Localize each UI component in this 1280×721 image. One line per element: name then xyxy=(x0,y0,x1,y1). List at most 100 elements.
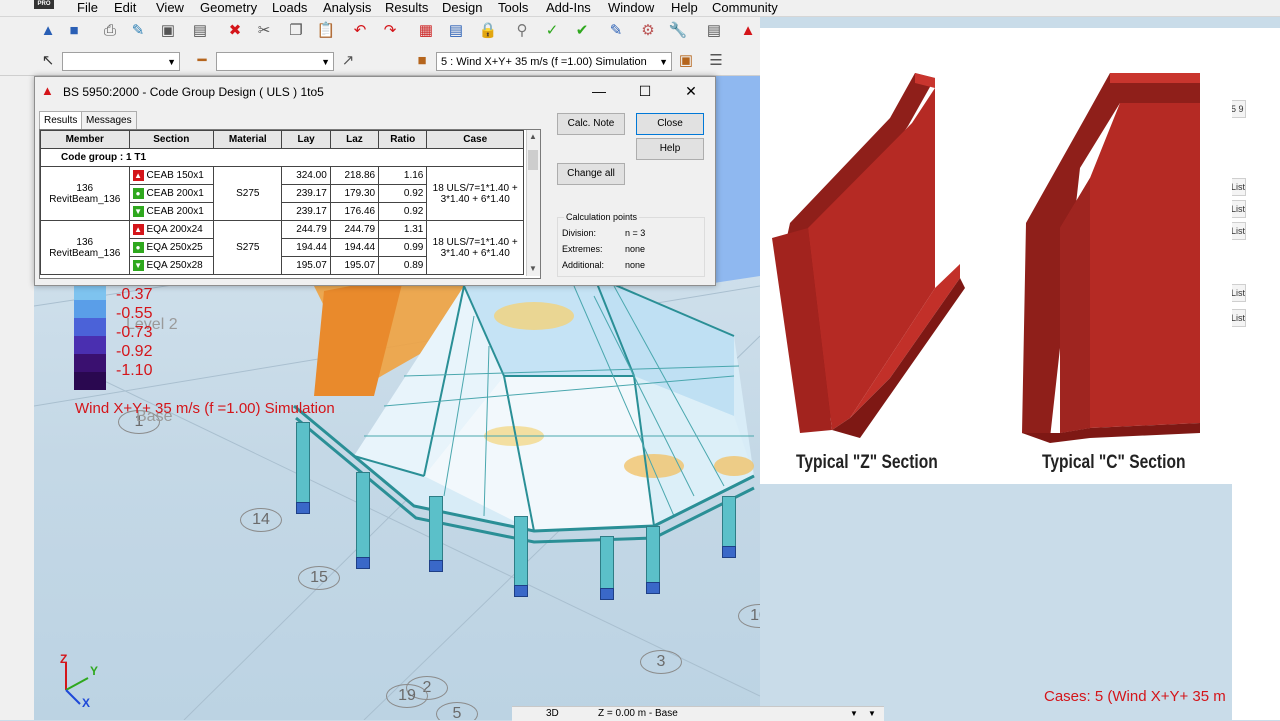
redo-icon[interactable]: ↷ xyxy=(380,21,400,41)
copy-icon[interactable]: ❐ xyxy=(286,21,306,41)
bar-selection-combo[interactable]: ▼ xyxy=(216,52,334,71)
menu-view[interactable]: View xyxy=(156,0,184,16)
menu-geometry[interactable]: Geometry xyxy=(200,0,257,16)
chevron-down-icon: ▼ xyxy=(167,57,176,67)
menu-results[interactable]: Results xyxy=(385,0,428,16)
ratio-cell: 0.99 xyxy=(378,238,428,257)
code-group-row[interactable]: Code group : 1 T1 xyxy=(40,148,524,167)
down-arrow-icon: ▼ xyxy=(132,259,144,271)
column-header[interactable]: Section xyxy=(128,130,215,149)
menu-loads[interactable]: Loads xyxy=(272,0,307,16)
undo-icon[interactable]: ↶ xyxy=(350,21,370,41)
wrench-icon[interactable]: 🔧 xyxy=(668,21,688,41)
calculator-icon[interactable]: ▦ xyxy=(416,21,436,41)
menu-tools[interactable]: Tools xyxy=(498,0,528,16)
change-all-button[interactable]: Change all xyxy=(557,163,625,185)
z-level-label[interactable]: Z = 0.00 m - Base xyxy=(598,707,678,721)
menu-file[interactable]: File xyxy=(77,0,98,16)
maximize-icon[interactable]: ☐ xyxy=(635,81,655,101)
table-row[interactable]: 136 RevitBeam_136 ▲ EQA 200x24 S275 244.79… xyxy=(40,220,524,275)
column-header[interactable]: Lay xyxy=(281,130,331,149)
lay-cell: 239.17 xyxy=(281,184,331,203)
design-tool-icon[interactable]: ✎ xyxy=(606,21,626,41)
main-toolbar: ▲ ■ ⎙ ✎ ▣ ▤ ✖ ✂ ❐ 📋 ↶ ↷ ▦ ▤ 🔒 ⚲ ✓ ✔ ✎ ⚙ … xyxy=(0,17,760,47)
section-cell: CEAB 200x1 xyxy=(146,188,204,200)
status-bar: 3D Z = 0.00 m - Base ▼ ▼ xyxy=(512,706,884,721)
print-icon[interactable]: ⎙ xyxy=(100,21,120,41)
save-icon[interactable]: ■ xyxy=(64,21,84,41)
column-header[interactable]: Laz xyxy=(329,130,380,149)
chevron-up-icon[interactable]: ▲ xyxy=(529,132,537,141)
design-module-icon[interactable]: ▲ xyxy=(738,21,758,41)
lock-icon[interactable]: 🔒 xyxy=(478,21,498,41)
column-base xyxy=(514,585,528,597)
paste-icon[interactable]: 📋 xyxy=(316,21,336,41)
case-selection-icon[interactable]: ↗ xyxy=(338,51,358,71)
side-tab[interactable]: List xyxy=(1230,178,1246,196)
table-scrollbar[interactable]: ▲ ▼ xyxy=(526,130,540,276)
screen-capture-icon[interactable]: ▣ xyxy=(158,21,178,41)
axis-triad xyxy=(65,662,89,705)
column-header[interactable]: Case xyxy=(426,130,524,149)
tab-messages[interactable]: Messages xyxy=(81,111,137,130)
case-tool-icon[interactable]: ▣ xyxy=(676,51,696,71)
member-number: 136 xyxy=(76,236,94,248)
laz-cell: 176.46 xyxy=(329,202,380,221)
legend-swatch xyxy=(74,318,106,336)
column-base xyxy=(646,582,660,594)
dialog-app-icon: ▲ xyxy=(41,83,54,98)
tables-icon[interactable]: ▤ xyxy=(446,21,466,41)
load-case-icon[interactable]: ■ xyxy=(412,51,432,71)
menu-community[interactable]: Community xyxy=(712,0,778,16)
check-red-icon[interactable]: ✔ xyxy=(572,21,592,41)
table-row[interactable]: 136 RevitBeam_136 ▲ CEAB 150x1 S275 324.00… xyxy=(40,166,524,221)
calc-note-button[interactable]: Calc. Note xyxy=(557,113,625,135)
select-icon[interactable]: ↖ xyxy=(38,51,58,71)
division-value: n = 3 xyxy=(625,228,646,238)
right-side-panel xyxy=(1232,28,1280,720)
side-tab[interactable]: List xyxy=(1230,222,1246,240)
delete-icon[interactable]: ✖ xyxy=(225,21,245,41)
cut-icon[interactable]: ✂ xyxy=(254,21,274,41)
side-tab[interactable]: List xyxy=(1230,200,1246,218)
close-icon[interactable]: ✕ xyxy=(681,81,701,101)
calc-points-title: Calculation points xyxy=(564,212,640,222)
filter-icon[interactable]: ☰ xyxy=(706,51,726,71)
view-mode-label[interactable]: 3D xyxy=(546,707,559,721)
column-header[interactable]: Ratio xyxy=(378,130,428,149)
help-button[interactable]: Help xyxy=(636,138,704,160)
tab-results[interactable]: Results xyxy=(39,111,83,130)
column-header[interactable]: Member xyxy=(40,130,130,149)
menu-design[interactable]: Design xyxy=(442,0,482,16)
lay-cell: 239.17 xyxy=(281,202,331,221)
chevron-down-icon[interactable]: ▼ xyxy=(850,707,858,721)
laz-cell: 194.44 xyxy=(329,238,380,257)
side-tab[interactable]: 5 9 xyxy=(1230,100,1246,118)
column-header[interactable]: Material xyxy=(213,130,283,149)
print-preview-icon[interactable]: ✎ xyxy=(128,21,148,41)
column-base xyxy=(429,560,443,572)
menu-bar: PRO File Edit View Geometry Loads Analys… xyxy=(0,0,1280,17)
scrollbar-thumb[interactable] xyxy=(528,150,538,170)
report-icon[interactable]: ▤ xyxy=(190,21,210,41)
minimize-icon[interactable]: — xyxy=(589,81,609,101)
settings-icon[interactable]: ⚙ xyxy=(638,21,658,41)
load-case-combo[interactable]: 5 : Wind X+Y+ 35 m/s (f =1.00) Simulatio… xyxy=(436,52,672,71)
section-cell: CEAB 150x1 xyxy=(146,170,204,182)
check-icon[interactable]: ✓ xyxy=(542,21,562,41)
chevron-down-icon[interactable]: ▼ xyxy=(868,707,876,721)
chevron-down-icon[interactable]: ▼ xyxy=(529,264,537,273)
dialog-list-icon[interactable]: ▤ xyxy=(704,21,724,41)
menu-add-ins[interactable]: Add-Ins xyxy=(546,0,591,16)
menu-edit[interactable]: Edit xyxy=(114,0,136,16)
side-tab[interactable]: List xyxy=(1230,309,1246,327)
close-button[interactable]: Close xyxy=(636,113,704,135)
bar-selection-icon[interactable]: ━ xyxy=(192,51,212,71)
side-tab[interactable]: List xyxy=(1230,284,1246,302)
menu-help[interactable]: Help xyxy=(671,0,698,16)
menu-analysis[interactable]: Analysis xyxy=(323,0,371,16)
node-selection-combo[interactable]: ▼ xyxy=(62,52,180,71)
cases-status-label: Cases: 5 (Wind X+Y+ 35 m xyxy=(1044,688,1226,705)
menu-window[interactable]: Window xyxy=(608,0,654,16)
zoom-icon[interactable]: ⚲ xyxy=(512,21,532,41)
